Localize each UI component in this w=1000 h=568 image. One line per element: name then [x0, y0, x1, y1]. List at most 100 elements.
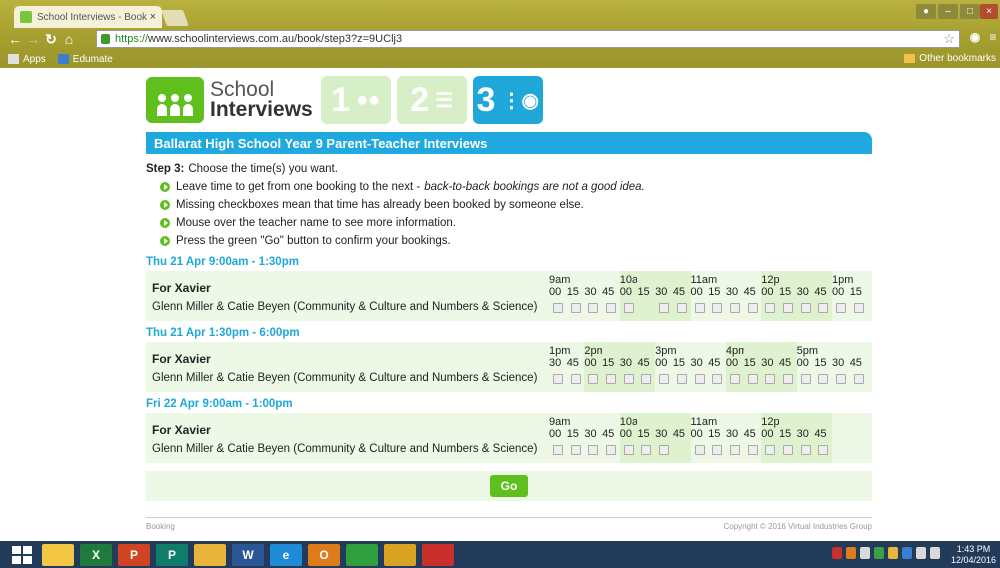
other-bookmarks[interactable]: Other bookmarks	[904, 53, 996, 64]
slot-checkbox[interactable]	[765, 303, 776, 313]
edumate-icon	[57, 54, 69, 64]
minute-label: 00	[725, 357, 739, 369]
slot-checkbox[interactable]	[623, 445, 634, 455]
favicon-icon	[20, 11, 32, 23]
back-icon[interactable]: ←	[6, 31, 24, 47]
slot-checkbox[interactable]	[570, 445, 581, 455]
slot-checkbox[interactable]	[729, 374, 740, 384]
slot-checkbox[interactable]	[676, 374, 687, 384]
internet-explorer-icon[interactable]: e	[270, 543, 302, 566]
slot-checkbox[interactable]	[676, 303, 687, 313]
maximize-button[interactable]: □	[960, 4, 980, 19]
file-explorer-icon[interactable]	[42, 543, 74, 566]
slot-checkbox[interactable]	[570, 303, 581, 313]
slot-checkbox[interactable]	[729, 445, 740, 455]
chrome-icon[interactable]	[384, 543, 416, 566]
slot-checkbox[interactable]	[712, 303, 723, 313]
tray-icon[interactable]	[860, 547, 870, 559]
network-icon[interactable]	[916, 547, 926, 559]
home-icon[interactable]: ⌂	[60, 31, 78, 47]
slot-checkbox[interactable]	[623, 303, 634, 313]
slot-checkbox[interactable]	[641, 445, 652, 455]
slot-checkbox[interactable]	[853, 374, 864, 384]
slot-checkbox[interactable]	[800, 445, 811, 455]
slot-checkbox[interactable]	[836, 303, 846, 313]
slot-checkbox[interactable]	[694, 374, 705, 384]
teacher-name[interactable]: Glenn Miller & Catie Beyen (Community & …	[152, 301, 537, 313]
slot-checkbox[interactable]	[588, 445, 599, 455]
tray-icon[interactable]	[888, 547, 898, 559]
slot-checkbox[interactable]	[818, 303, 829, 313]
bookmark-edumate[interactable]: Edumate	[57, 54, 113, 65]
slot-checkbox[interactable]	[659, 303, 670, 313]
teacher-name[interactable]: Glenn Miller & Catie Beyen (Community & …	[152, 372, 537, 384]
folder-icon[interactable]	[194, 543, 226, 566]
slot-checkbox[interactable]	[606, 374, 617, 384]
footer-copyright: Copyright © 2016 Virtual Industries Grou…	[723, 522, 873, 531]
browser-tab[interactable]: School Interviews - Book ×	[14, 6, 162, 28]
new-tab-button[interactable]	[161, 10, 189, 26]
user-icon[interactable]: ●	[916, 4, 936, 19]
word-icon[interactable]: W	[232, 543, 264, 566]
address-bar[interactable]: https:// www.schoolinterviews.com.au/boo…	[96, 30, 960, 48]
slot-checkbox[interactable]	[694, 445, 705, 455]
slot-checkbox[interactable]	[588, 303, 599, 313]
tray-icon[interactable]	[846, 547, 856, 559]
slot-checkbox[interactable]	[659, 374, 670, 384]
teacher-name[interactable]: Glenn Miller & Catie Beyen (Community & …	[152, 443, 537, 455]
reload-icon[interactable]: ↻	[42, 31, 60, 48]
minute-label: 15	[602, 357, 615, 369]
slot-checkbox[interactable]	[712, 374, 723, 384]
window-close-button[interactable]: ×	[980, 4, 998, 19]
slot-checkbox[interactable]	[553, 303, 563, 313]
minimize-button[interactable]: –	[938, 4, 958, 19]
slot-checkbox[interactable]	[765, 445, 776, 455]
slot-checkbox[interactable]	[659, 445, 670, 455]
tray-icon[interactable]	[832, 547, 842, 559]
slot-checkbox[interactable]	[729, 303, 740, 313]
close-icon[interactable]: ×	[150, 11, 156, 23]
slot-checkbox[interactable]	[553, 374, 563, 384]
slot-checkbox[interactable]	[606, 303, 617, 313]
slot-checkbox[interactable]	[800, 374, 811, 384]
bookmark-label: Apps	[23, 53, 46, 65]
slot-checkbox[interactable]	[553, 445, 563, 455]
slot-checkbox[interactable]	[782, 374, 793, 384]
slot-checkbox[interactable]	[747, 374, 758, 384]
tray-icon[interactable]	[902, 547, 912, 559]
menu-icon[interactable]: ≡	[984, 30, 1000, 44]
slot-checkbox[interactable]	[782, 303, 793, 313]
extension-icon[interactable]: ◉	[966, 30, 984, 44]
slot-checkbox[interactable]	[747, 303, 758, 313]
slot-checkbox[interactable]	[588, 374, 599, 384]
time-slot: 15	[778, 413, 797, 463]
slot-checkbox[interactable]	[818, 445, 829, 455]
go-button[interactable]: Go	[490, 475, 528, 497]
forward-icon[interactable]: →	[24, 31, 42, 47]
clock[interactable]: 1:43 PM 12/04/2016	[951, 544, 996, 566]
pdf-icon[interactable]	[422, 543, 454, 566]
store-icon[interactable]	[346, 543, 378, 566]
slot-checkbox[interactable]	[836, 374, 846, 384]
slot-checkbox[interactable]	[800, 303, 811, 313]
windows-start-icon[interactable]	[10, 545, 34, 565]
slot-checkbox[interactable]	[694, 303, 705, 313]
slot-checkbox[interactable]	[818, 374, 829, 384]
bookmark-apps[interactable]: Apps	[8, 54, 46, 65]
volume-icon[interactable]	[930, 547, 940, 559]
publisher-icon[interactable]: P	[156, 543, 188, 566]
slot-checkbox[interactable]	[712, 445, 723, 455]
slot-checkbox[interactable]	[641, 374, 652, 384]
slot-checkbox[interactable]	[765, 374, 776, 384]
slot-checkbox[interactable]	[570, 374, 581, 384]
slot-checkbox[interactable]	[623, 374, 634, 384]
bookmark-star-icon[interactable]: ☆	[943, 31, 955, 47]
excel-icon[interactable]: X	[80, 543, 112, 566]
slot-checkbox[interactable]	[782, 445, 793, 455]
powerpoint-icon[interactable]: P	[118, 543, 150, 566]
slot-checkbox[interactable]	[606, 445, 617, 455]
slot-checkbox[interactable]	[747, 445, 758, 455]
tray-icon[interactable]	[874, 547, 884, 559]
slot-checkbox[interactable]	[853, 303, 864, 313]
outlook-icon[interactable]: O	[308, 543, 340, 566]
